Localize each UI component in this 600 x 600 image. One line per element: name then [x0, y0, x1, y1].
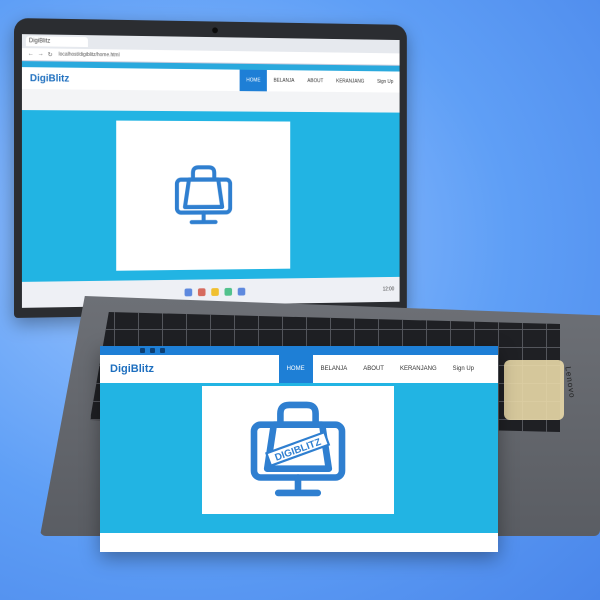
nav-belanja[interactable]: BELANJA: [313, 355, 356, 383]
nav-signup[interactable]: Sign Up: [445, 355, 482, 383]
site-footer: [100, 533, 498, 552]
browser-nav-icons: ← → ↻: [28, 51, 53, 58]
mini-nav-home[interactable]: HOME: [239, 69, 268, 92]
webcam: [212, 27, 218, 34]
folder-icon[interactable]: [211, 288, 219, 296]
shopping-bag-monitor-icon: [170, 164, 237, 227]
hero-banner: DIGIBLITZ: [100, 383, 498, 533]
mini-site-header: DigiBlitz HOME BELANJA ABOUT KERANJANG S…: [21, 67, 400, 93]
reload-icon[interactable]: ↻: [48, 51, 53, 58]
taskbar-clock: 12:00: [382, 286, 395, 293]
nav-home[interactable]: HOME: [278, 355, 313, 383]
mini-logo-card: [115, 120, 290, 271]
mini-nav-keranjang[interactable]: KERANJANG: [330, 71, 371, 93]
facebook-icon[interactable]: [140, 348, 145, 353]
sticker: [504, 360, 564, 420]
youtube-icon[interactable]: [150, 348, 155, 353]
browser-icon[interactable]: [224, 287, 233, 296]
nav-about[interactable]: ABOUT: [355, 355, 392, 383]
browser-tab[interactable]: DigiBlitz: [25, 36, 88, 48]
logo-card: DIGIBLITZ: [202, 386, 394, 514]
forward-icon[interactable]: →: [38, 51, 44, 58]
mini-nav-belanja[interactable]: BELANJA: [267, 70, 301, 92]
nav-keranjang[interactable]: KERANJANG: [392, 355, 445, 383]
store-icon[interactable]: [237, 287, 246, 296]
mini-nav-signup[interactable]: Sign Up: [371, 71, 400, 92]
app-icon[interactable]: [197, 288, 206, 297]
back-icon[interactable]: ←: [28, 51, 34, 58]
address-bar[interactable]: localhost/digiblitz/home.html: [59, 52, 120, 59]
social-bar: [100, 346, 498, 355]
site-preview: DigiBlitz HOME BELANJA ABOUT KERANJANG S…: [100, 346, 498, 552]
start-icon[interactable]: [184, 288, 193, 297]
instagram-icon[interactable]: [160, 348, 165, 353]
mini-hero-banner: [21, 110, 400, 282]
shopping-bag-monitor-icon: DIGIBLITZ: [250, 401, 346, 497]
laptop-screen: DigiBlitz ← → ↻ localhost/digiblitz/home…: [21, 34, 400, 308]
site-nav: HOME BELANJA ABOUT KERANJANG Sign Up: [278, 355, 498, 383]
site-brand[interactable]: DigiBlitz: [100, 355, 154, 383]
mini-nav-about[interactable]: ABOUT: [301, 70, 330, 92]
mini-site-brand[interactable]: DigiBlitz: [30, 73, 69, 84]
mini-site-nav: HOME BELANJA ABOUT KERANJANG Sign Up: [239, 69, 400, 93]
laptop-lid: DigiBlitz ← → ↻ localhost/digiblitz/home…: [14, 18, 407, 318]
site-header: DigiBlitz HOME BELANJA ABOUT KERANJANG S…: [100, 355, 498, 383]
